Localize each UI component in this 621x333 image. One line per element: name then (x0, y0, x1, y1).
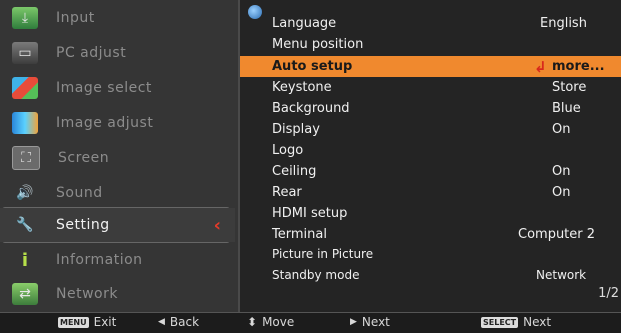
next-hint: ▶ Next (350, 315, 390, 329)
setting-submenu-panel: Language English Menu position Auto setu… (238, 0, 621, 312)
setting-row-display[interactable]: Display On (240, 119, 621, 140)
next-label: Next (361, 315, 390, 329)
setting-name: Picture in Picture (272, 246, 374, 261)
menu-item-screen[interactable]: ⛶ Screen (0, 141, 235, 175)
menu-item-information[interactable]: i Information (0, 243, 235, 277)
enter-icon: ↲ (534, 57, 547, 76)
setting-value: more... (552, 59, 605, 74)
page-indicator: 1/2 (598, 286, 619, 301)
setting-row-auto-setup[interactable]: Auto setup ↲ more... (240, 56, 621, 77)
projector-menu-screen: ⤓ Input ▭ PC adjust Image select Image a… (0, 0, 621, 333)
select-next-label: Next (523, 315, 552, 329)
setting-row-standby-mode[interactable]: Standby mode Network (240, 264, 621, 285)
setting-value: On (552, 122, 571, 137)
setting-name: Background (272, 101, 350, 116)
setting-value: Network (536, 267, 587, 282)
up-down-arrow-icon: ⬍ (247, 315, 258, 329)
menu-item-label: Image adjust (56, 115, 154, 131)
menu-item-image-adjust[interactable]: Image adjust (0, 106, 235, 140)
main-menu-panel: ⤓ Input ▭ PC adjust Image select Image a… (0, 0, 240, 312)
image-select-icon (12, 77, 38, 99)
menu-item-label: Image select (56, 80, 152, 96)
menu-item-image-select[interactable]: Image select (0, 71, 235, 105)
setting-row-ceiling[interactable]: Ceiling On (240, 161, 621, 182)
menu-item-sound[interactable]: 🔊 Sound (0, 176, 235, 210)
network-icon: ⇄ (12, 283, 38, 305)
setting-value: Blue (552, 101, 581, 116)
setting-row-background[interactable]: Background Blue (240, 98, 621, 119)
setting-value: On (552, 185, 571, 200)
input-icon: ⤓ (12, 7, 38, 29)
menu-item-pc-adjust[interactable]: ▭ PC adjust (0, 36, 235, 70)
select-next-hint: SELECT Next (481, 315, 551, 329)
setting-name: Rear (272, 185, 302, 200)
setting-row-menu-position[interactable]: Menu position (240, 34, 621, 55)
move-label: Move (262, 315, 295, 329)
setting-name: Language (272, 16, 337, 31)
select-key-icon: SELECT (481, 316, 519, 328)
setting-name: Keystone (272, 80, 332, 95)
menu-item-label: Setting (56, 217, 110, 233)
screen-icon: ⛶ (12, 146, 40, 170)
menu-item-input[interactable]: ⤓ Input (0, 1, 235, 35)
menu-item-label: Input (56, 10, 95, 26)
setting-icon: 🔧 (16, 217, 34, 233)
menu-item-network[interactable]: ⇄ Network (0, 277, 235, 311)
setting-name: Ceiling (272, 164, 317, 179)
setting-row-picture-in-picture[interactable]: Picture in Picture (240, 243, 621, 264)
setting-name: Terminal (272, 227, 327, 242)
image-adjust-icon (12, 112, 38, 134)
setting-row-hdmi-setup[interactable]: HDMI setup (240, 203, 621, 224)
exit-hint: MENU Exit (58, 315, 116, 329)
menu-item-setting[interactable]: 🔧 Setting ‹ (0, 208, 235, 242)
right-arrow-icon: ▶ (350, 317, 357, 327)
move-hint: ⬍ Move (247, 315, 294, 329)
setting-value: Store (552, 80, 587, 95)
back-hint: ◀ Back (158, 315, 199, 329)
setting-name: Logo (272, 143, 304, 158)
setting-name: Menu position (272, 37, 364, 52)
setting-row-language[interactable]: Language English (240, 13, 621, 34)
left-arrow-icon: ◀ (158, 317, 165, 327)
menu-item-label: Information (56, 252, 143, 268)
setting-name: HDMI setup (272, 206, 348, 221)
back-label: Back (169, 315, 200, 329)
menu-item-label: Screen (58, 150, 110, 166)
pc-adjust-icon: ▭ (12, 42, 38, 64)
setting-row-keystone[interactable]: Keystone Store (240, 77, 621, 98)
selected-arrow-icon: ‹ (213, 215, 221, 236)
setting-name: Auto setup (272, 59, 353, 74)
menu-item-label: Sound (56, 185, 103, 201)
bottom-help-bar: MENU Exit ◀ Back ⬍ Move ▶ Next SELECT Ne… (0, 312, 621, 333)
menu-item-label: PC adjust (56, 45, 127, 61)
information-icon: i (21, 249, 29, 271)
setting-row-rear[interactable]: Rear On (240, 182, 621, 203)
setting-value: On (552, 164, 571, 179)
menu-item-label: Network (56, 286, 118, 302)
setting-row-logo[interactable]: Logo (240, 140, 621, 161)
sound-icon: 🔊 (16, 185, 34, 201)
setting-row-terminal[interactable]: Terminal Computer 2 (240, 224, 621, 245)
exit-label: Exit (93, 315, 117, 329)
setting-value: Computer 2 (518, 227, 596, 242)
setting-name: Standby mode (272, 267, 360, 282)
menu-key-icon: MENU (58, 316, 89, 328)
setting-name: Display (272, 122, 320, 137)
setting-value: English (540, 16, 587, 31)
